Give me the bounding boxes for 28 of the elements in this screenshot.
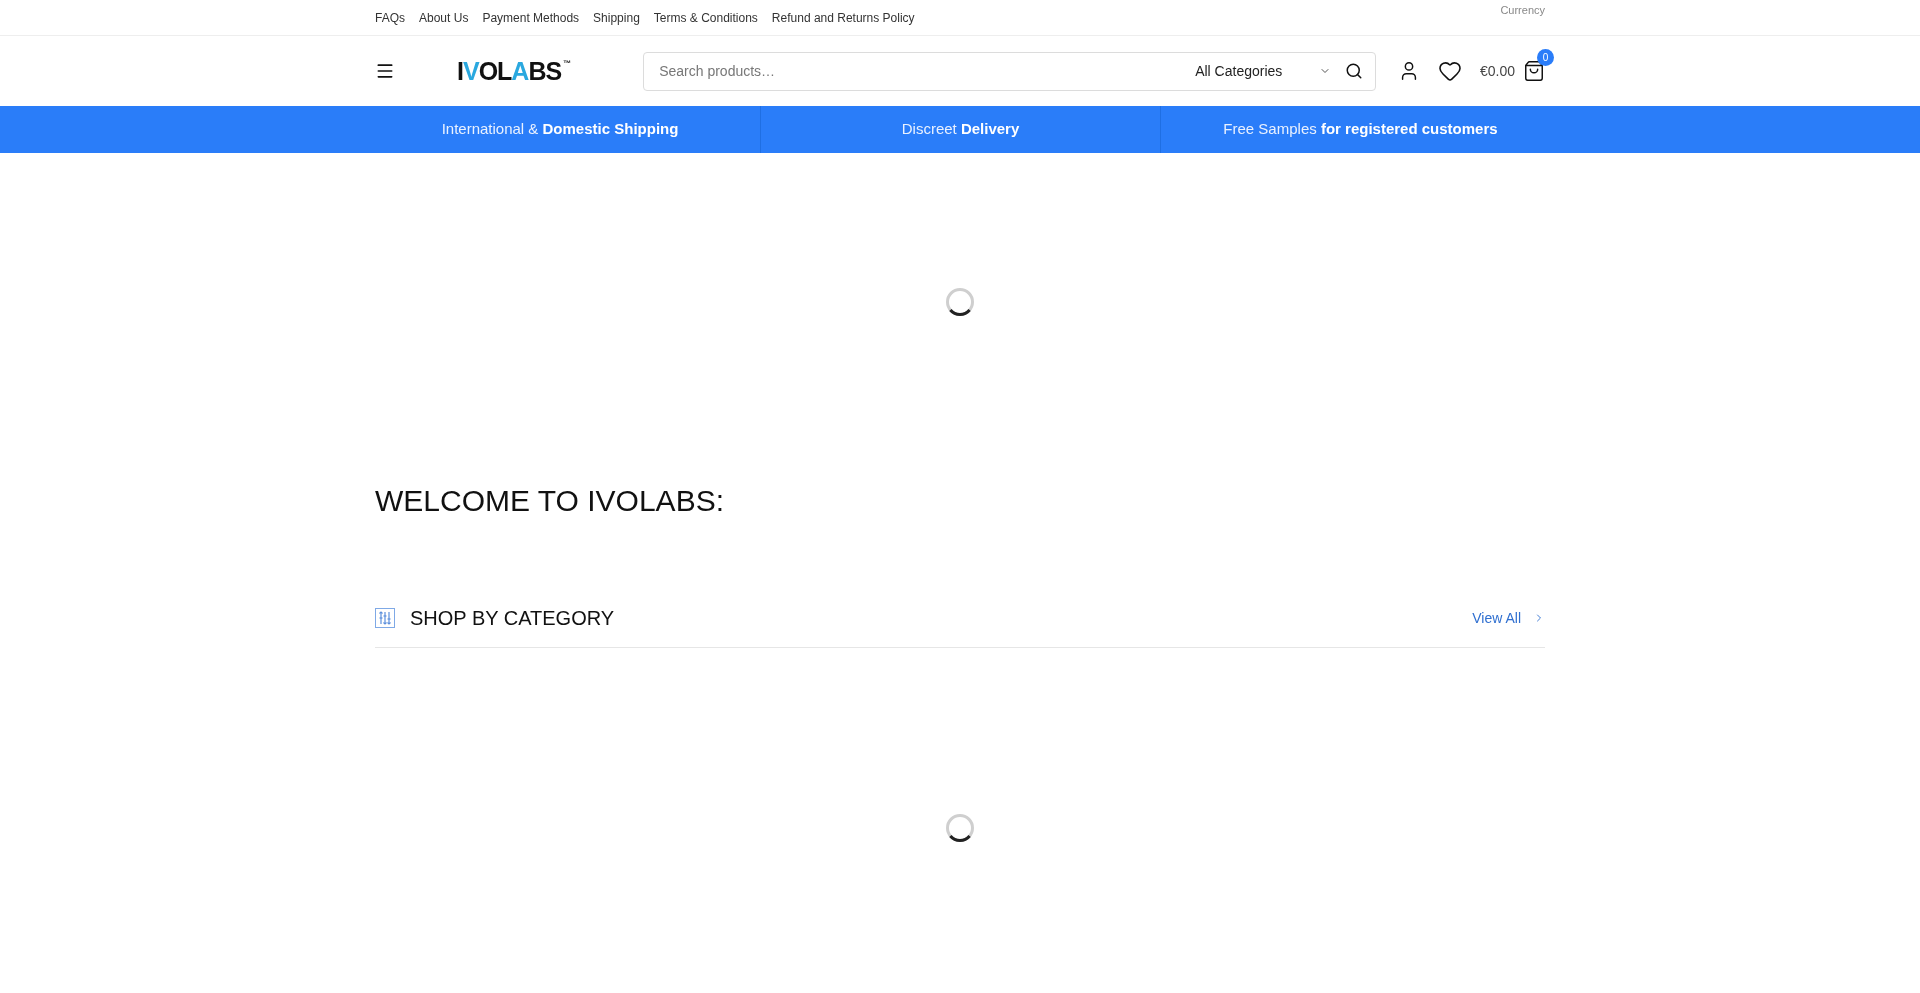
cart-count-badge: 0 (1537, 49, 1554, 66)
menu-button[interactable] (375, 61, 395, 81)
search-button[interactable] (1345, 62, 1364, 80)
logo[interactable]: IVOLABS™ (457, 57, 571, 85)
sliders-icon (375, 608, 395, 628)
category-dropdown[interactable]: All Categories (1195, 52, 1346, 90)
view-all-link[interactable]: View All (1472, 607, 1545, 629)
top-nav-link[interactable]: Payment Methods (482, 8, 580, 27)
top-nav-link[interactable]: Refund and Returns Policy (771, 8, 915, 27)
search-field[interactable]: Search products… All Categories (643, 51, 1377, 91)
wishlist-button[interactable] (1437, 59, 1462, 83)
feature-text: International & Domestic Shipping (441, 119, 679, 140)
currency-selector[interactable]: Currency (1500, 2, 1545, 19)
welcome-heading: WELCOME TO IVOLABS: (375, 483, 724, 519)
section-heading: SHOP BY CATEGORY (410, 606, 615, 631)
search-icon (1345, 62, 1364, 80)
menu-icon (375, 61, 395, 81)
feature-text: Free Samples for registered customers (1223, 119, 1498, 140)
top-nav-link[interactable]: Terms & Conditions (653, 8, 758, 27)
shopping-bag-icon (1523, 60, 1545, 82)
top-nav-link[interactable]: About Us (419, 8, 469, 27)
heart-icon (1437, 59, 1462, 83)
top-nav-link[interactable]: FAQs (375, 8, 405, 27)
search-input[interactable]: Search products… (644, 52, 1196, 90)
top-nav-link[interactable]: Shipping (593, 8, 640, 27)
feature-text: Discreet Delivery (901, 119, 1020, 140)
loading-spinner-icon (945, 813, 975, 843)
loading-spinner-icon (945, 287, 975, 317)
